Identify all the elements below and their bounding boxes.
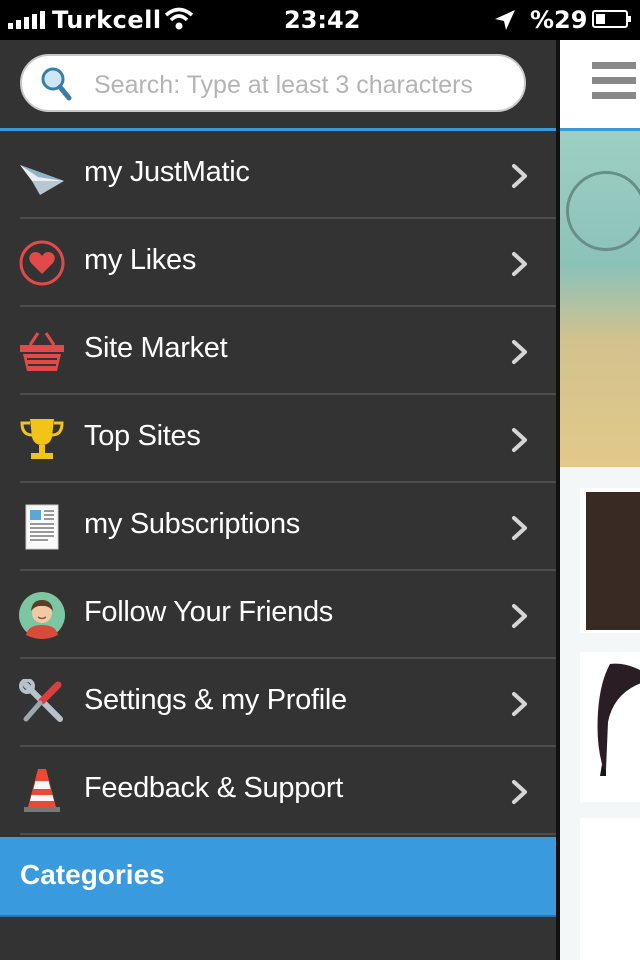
chevron-right-icon <box>510 779 530 805</box>
battery-icon <box>592 10 631 28</box>
main-content-peek <box>556 40 640 960</box>
battery-percentage: %29 <box>530 6 588 34</box>
menu-item-label: my Subscriptions <box>84 508 300 540</box>
high-heel-shoe-icon <box>597 663 640 776</box>
search-icon <box>40 66 72 102</box>
menu-item-settings-profile[interactable]: Settings & my Profile <box>0 659 556 747</box>
chevron-right-icon <box>510 251 530 277</box>
chevron-right-icon <box>510 339 530 365</box>
menu-item-my-justmatic[interactable]: my JustMatic <box>0 131 556 219</box>
search-input[interactable] <box>92 64 516 106</box>
categories-title: Categories <box>20 859 165 890</box>
menu-item-site-market[interactable]: Site Market <box>0 307 556 395</box>
content-card[interactable] <box>580 818 640 960</box>
menu-item-label: Follow Your Friends <box>84 596 333 628</box>
carrier-name: Turkcell <box>52 6 162 34</box>
hamburger-menu-icon[interactable] <box>592 62 636 106</box>
trophy-icon <box>18 415 66 463</box>
search-box[interactable] <box>20 54 526 112</box>
friend-avatar-icon <box>18 591 66 639</box>
clock: 23:42 <box>284 6 361 34</box>
content-card-image[interactable] <box>580 488 640 633</box>
content-topbar <box>560 40 640 128</box>
side-drawer: my JustMatic my Likes <box>0 40 556 960</box>
traffic-cone-icon <box>18 767 66 815</box>
menu-item-top-sites[interactable]: Top Sites <box>0 395 556 483</box>
chevron-right-icon <box>510 427 530 453</box>
menu-item-label: Feedback & Support <box>84 772 343 804</box>
status-bar: Turkcell 23:42 %29 <box>0 0 640 40</box>
search-bar <box>0 40 556 131</box>
menu-item-feedback-support[interactable]: Feedback & Support <box>0 747 556 835</box>
menu-item-label: my JustMatic <box>84 156 250 188</box>
content-card-shoe-image[interactable] <box>580 652 640 802</box>
ferris-wheel-graphic <box>566 171 640 251</box>
menu-item-label: Settings & my Profile <box>84 684 347 716</box>
chevron-right-icon <box>510 691 530 717</box>
chevron-right-icon <box>510 515 530 541</box>
heart-icon <box>18 239 66 287</box>
basket-icon <box>18 327 66 375</box>
menu-item-label: Top Sites <box>84 420 201 452</box>
menu-item-my-subscriptions[interactable]: my Subscriptions <box>0 483 556 571</box>
paper-plane-icon <box>18 151 66 199</box>
tools-icon <box>18 678 66 727</box>
categories-header[interactable]: Categories <box>0 837 556 917</box>
chevron-right-icon <box>510 603 530 629</box>
menu-item-label: my Likes <box>84 244 197 276</box>
chevron-right-icon <box>510 163 530 189</box>
drawer-menu: my JustMatic my Likes Site Market Top Si… <box>0 131 556 835</box>
location-arrow-icon <box>493 8 517 38</box>
newspaper-icon <box>18 503 66 551</box>
signal-strength-icon <box>8 11 45 29</box>
wifi-icon <box>164 6 194 38</box>
featured-banner-image[interactable] <box>560 131 640 467</box>
menu-item-follow-your-friends[interactable]: Follow Your Friends <box>0 571 556 659</box>
menu-item-my-likes[interactable]: my Likes <box>0 219 556 307</box>
menu-item-label: Site Market <box>84 332 228 364</box>
